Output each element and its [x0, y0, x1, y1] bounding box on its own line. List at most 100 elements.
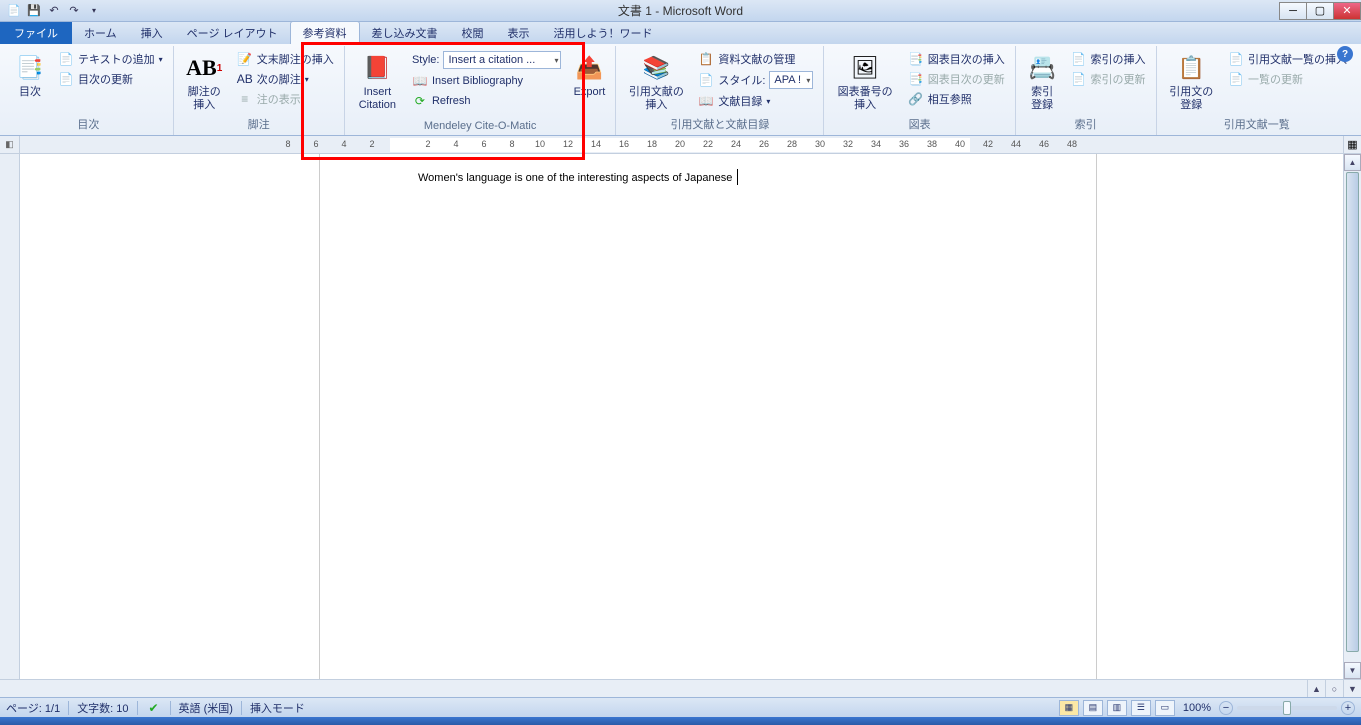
ruler-tick: 6	[481, 139, 486, 149]
ribbon-tabs: ファイル ホーム 挿入 ページ レイアウト 参考資料 差し込み文書 校閲 表示 …	[0, 22, 1361, 44]
ruler-corner[interactable]: ◧	[0, 136, 20, 153]
horizontal-ruler[interactable]: ◧ 86422468101214161820222426283032343638…	[0, 136, 1361, 154]
cross-reference-button[interactable]: 🔗相互参照	[904, 90, 1009, 108]
title-bar: 📄 💾 ↶ ↷ ▾ 文書 1 - Microsoft Word ─ ▢ ✕	[0, 0, 1361, 22]
show-notes-button[interactable]: ≡注の表示	[233, 90, 338, 108]
vertical-scrollbar[interactable]: ▲ ▼	[1343, 154, 1361, 679]
mendeley-refresh-button[interactable]: ⟳Refresh	[408, 92, 566, 110]
group-toa: 📋 引用文の登録 📄引用文献一覧の挿入 📄一覧の更新 引用文献一覧	[1157, 46, 1357, 135]
update-tof-button[interactable]: 📑図表目次の更新	[904, 70, 1009, 88]
insert-caption-button[interactable]: 🖼 図表番号の挿入	[830, 50, 899, 114]
next-footnote-button[interactable]: AB次の脚注▾	[233, 70, 338, 88]
tab-file[interactable]: ファイル	[0, 22, 72, 44]
status-zoom[interactable]: 100%	[1183, 702, 1211, 714]
group-captions-title: 図表	[830, 114, 1008, 135]
mendeley-bibliography-button[interactable]: 📖Insert Bibliography	[408, 72, 566, 90]
insert-footnote-button[interactable]: AB1 脚注の挿入	[180, 50, 229, 114]
update-toa-button[interactable]: 📄一覧の更新	[1224, 70, 1351, 88]
ruler-tick: 12	[563, 139, 573, 149]
ruler-tick: 48	[1067, 139, 1077, 149]
status-word-count[interactable]: 文字数: 10	[77, 700, 128, 716]
save-icon[interactable]: 💾	[26, 3, 42, 19]
status-page[interactable]: ページ: 1/1	[6, 700, 60, 716]
mendeley-citation-label: Insert Citation	[355, 86, 400, 112]
ruler-tick: 8	[509, 139, 514, 149]
prev-page-button[interactable]: ▲	[1307, 680, 1325, 697]
ruler-tick: 40	[955, 139, 965, 149]
tab-references[interactable]: 参考資料	[290, 21, 360, 44]
insert-endnote-button[interactable]: 📝文末脚注の挿入	[233, 50, 338, 68]
group-mendeley-title: Mendeley Cite-O-Matic	[351, 118, 610, 135]
tab-addin[interactable]: 活用しよう！ワード	[542, 22, 665, 44]
crossref-icon: 🔗	[908, 91, 924, 107]
document-text[interactable]: Women's language is one of the interesti…	[418, 169, 738, 186]
tab-view[interactable]: 表示	[496, 22, 542, 44]
manage-sources-button[interactable]: 📋資料文献の管理	[694, 50, 817, 68]
zoom-in-button[interactable]: +	[1341, 701, 1355, 715]
insert-index-button[interactable]: 📄索引の挿入	[1067, 50, 1150, 68]
update-index-icon: 📄	[1071, 71, 1087, 87]
ruler-tick: 38	[927, 139, 937, 149]
toc-button[interactable]: 📑 目次	[10, 50, 50, 101]
tab-insert[interactable]: 挿入	[129, 22, 175, 44]
tab-review[interactable]: 校閲	[450, 22, 496, 44]
ruler-tick: 2	[425, 139, 430, 149]
browse-object-button[interactable]: ○	[1325, 680, 1343, 697]
group-citations-title: 引用文献と文献目録	[622, 114, 817, 135]
update-toc-button[interactable]: 📄目次の更新	[54, 70, 167, 88]
zoom-slider[interactable]	[1237, 706, 1337, 710]
vertical-ruler[interactable]	[0, 154, 20, 679]
mendeley-export-button[interactable]: 📤 Export	[569, 50, 609, 101]
mark-citation-button[interactable]: 📋 引用文の登録	[1163, 50, 1220, 114]
insert-tof-button[interactable]: 📑図表目次の挿入	[904, 50, 1009, 68]
mendeley-style-combo[interactable]: Insert a citation ...	[443, 51, 561, 69]
zoom-slider-thumb[interactable]	[1283, 701, 1291, 715]
minimize-button[interactable]: ─	[1279, 2, 1307, 20]
ruler-tick: 46	[1039, 139, 1049, 149]
ruler-tick: 44	[1011, 139, 1021, 149]
ruler-tick: 14	[591, 139, 601, 149]
qat-more-icon[interactable]: ▾	[86, 3, 102, 19]
ruler-tick: 22	[703, 139, 713, 149]
citation-style-row: 📄スタイル:APA !	[694, 70, 817, 90]
close-button[interactable]: ✕	[1333, 2, 1361, 20]
mark-index-entry-button[interactable]: 📇 索引登録	[1022, 50, 1063, 114]
undo-icon[interactable]: ↶	[46, 3, 62, 19]
scroll-up-button[interactable]: ▲	[1344, 154, 1361, 171]
redo-icon[interactable]: ↷	[66, 3, 82, 19]
group-citations: 📚 引用文献の挿入 📋資料文献の管理 📄スタイル:APA ! 📖文献目録▾ 引用…	[616, 46, 824, 135]
status-insert-mode[interactable]: 挿入モード	[250, 700, 305, 716]
update-index-button[interactable]: 📄索引の更新	[1067, 70, 1150, 88]
document-scroll[interactable]: Women's language is one of the interesti…	[20, 154, 1343, 679]
index-mark-label: 索引登録	[1026, 86, 1059, 112]
outline-view-button[interactable]: ☰	[1131, 700, 1151, 716]
maximize-button[interactable]: ▢	[1306, 2, 1334, 20]
caption-label: 図表番号の挿入	[834, 86, 895, 112]
group-index: 📇 索引登録 📄索引の挿入 📄索引の更新 索引	[1016, 46, 1157, 135]
next-page-button[interactable]: ▼	[1343, 680, 1361, 697]
tab-mailings[interactable]: 差し込み文書	[360, 22, 450, 44]
citation-style-combo[interactable]: APA !	[769, 71, 813, 89]
insert-index-icon: 📄	[1071, 51, 1087, 67]
word-app-icon[interactable]: 📄	[6, 3, 22, 19]
draft-view-button[interactable]: ▭	[1155, 700, 1175, 716]
print-layout-view-button[interactable]: ▦	[1059, 700, 1079, 716]
insert-citation-button[interactable]: 📚 引用文献の挿入	[622, 50, 690, 114]
mendeley-insert-citation-button[interactable]: 📕 Insert Citation	[351, 50, 404, 114]
help-icon[interactable]: ?	[1337, 46, 1353, 62]
bibliography-button[interactable]: 📖文献目録▾	[694, 92, 817, 110]
insert-toa-button[interactable]: 📄引用文献一覧の挿入	[1224, 50, 1351, 68]
document-page[interactable]: Women's language is one of the interesti…	[320, 154, 1096, 679]
fullscreen-reading-view-button[interactable]: ▤	[1083, 700, 1103, 716]
add-text-button[interactable]: 📄テキストの追加▾	[54, 50, 167, 68]
web-layout-view-button[interactable]: ▥	[1107, 700, 1127, 716]
tab-home[interactable]: ホーム	[72, 22, 129, 44]
ruler-tick: 10	[535, 139, 545, 149]
scroll-down-button[interactable]: ▼	[1344, 662, 1361, 679]
scroll-thumb[interactable]	[1346, 172, 1359, 652]
spellcheck-icon[interactable]: ✔	[146, 700, 162, 716]
tab-page-layout[interactable]: ページ レイアウト	[175, 22, 290, 44]
ruler-toggle-icon[interactable]: ▦	[1343, 136, 1361, 153]
status-language[interactable]: 英語 (米国)	[179, 700, 233, 716]
zoom-out-button[interactable]: −	[1219, 701, 1233, 715]
